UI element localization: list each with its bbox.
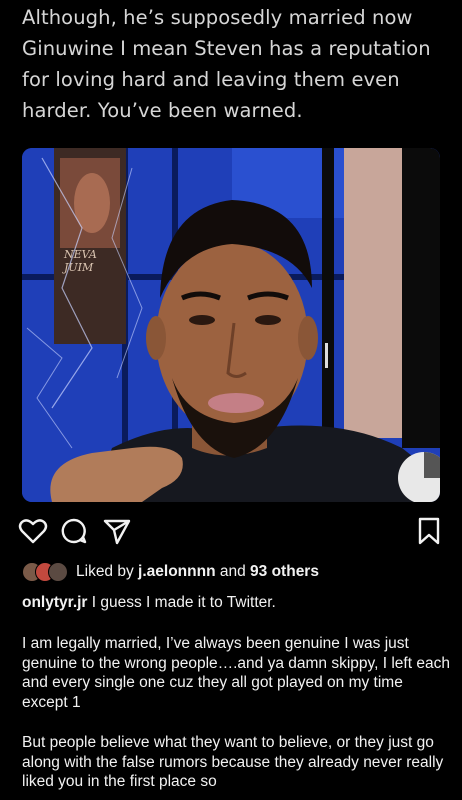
comment-icon[interactable] xyxy=(59,516,89,546)
poster-text: NEVA JUIM xyxy=(62,248,97,274)
caption-username[interactable]: onlytyr.jr xyxy=(22,594,87,611)
selfie-photo: NEVA JUIM xyxy=(22,148,440,502)
likes-middle: and xyxy=(219,563,246,580)
bookmark-icon[interactable] xyxy=(414,516,444,546)
liker-username[interactable]: j.aelonnnn xyxy=(138,563,216,581)
caption: onlytyr.jr I guess I made it to Twitter. xyxy=(22,592,276,614)
caption-paragraph-2: But people believe what they want to bel… xyxy=(22,734,444,790)
liker-avatars[interactable] xyxy=(22,562,68,582)
tweet-text: Although, he’s supposedly married now Gi… xyxy=(22,6,431,122)
post-image[interactable]: NEVA JUIM xyxy=(22,148,440,502)
caption-text: I guess I made it to Twitter. xyxy=(91,594,276,611)
heart-icon[interactable] xyxy=(18,516,48,546)
post-actions xyxy=(18,514,444,548)
avatar xyxy=(48,562,68,582)
caption-paragraph-1: I am legally married, I’ve always been g… xyxy=(22,635,450,711)
likes-row: Liked by j.aelonnnn and 93 others xyxy=(22,560,319,584)
screen: Although, he’s supposedly married now Gi… xyxy=(0,0,462,800)
likes-prefix: Liked by xyxy=(76,563,134,580)
send-icon[interactable] xyxy=(102,516,132,546)
likes-count[interactable]: 93 others xyxy=(250,563,319,581)
